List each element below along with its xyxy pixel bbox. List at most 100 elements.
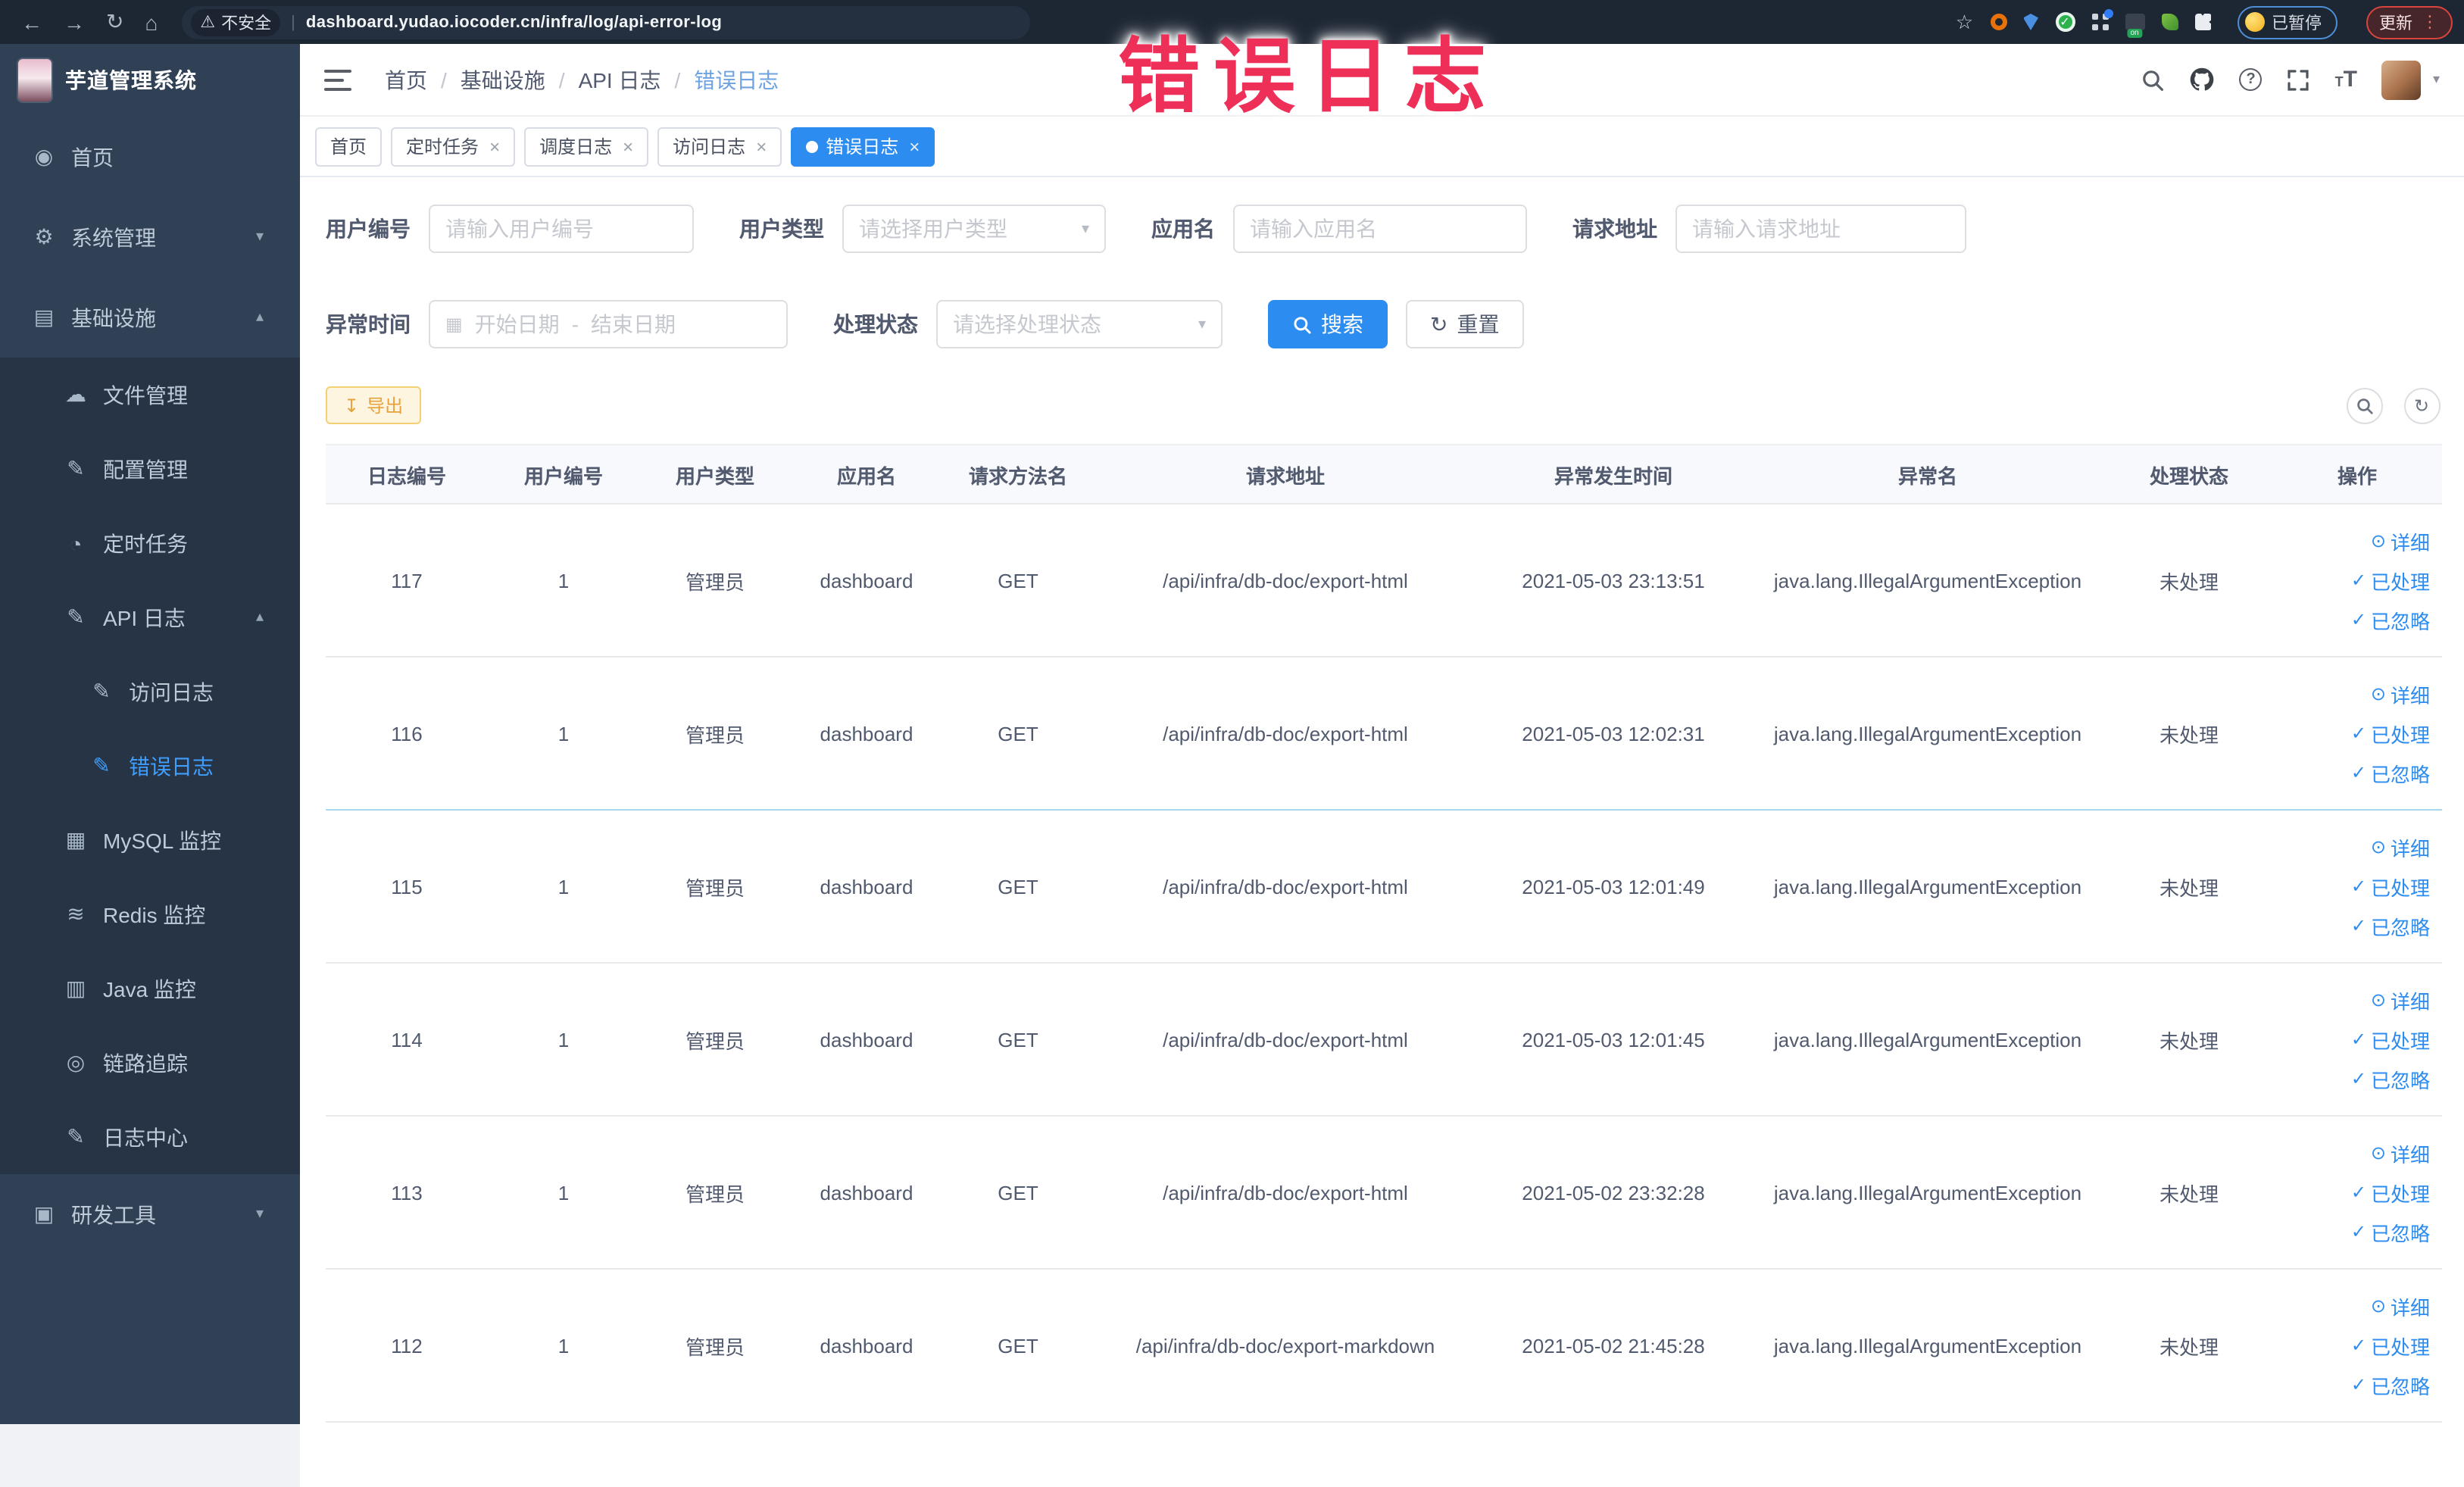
eye-icon: ⊙ [2370, 836, 2386, 858]
browser-reload-icon[interactable]: ↻ [106, 9, 123, 35]
breadcrumb-item[interactable]: API 日志 [579, 64, 661, 95]
breadcrumb-item[interactable]: 基础设施 [461, 64, 545, 95]
sidebar-item-Redis-监控[interactable]: ≋ Redis 监控 [0, 877, 300, 951]
tab-close-icon[interactable]: × [489, 136, 500, 157]
table-row[interactable]: 114 1 管理员 dashboard GET /api/infra/db-do… [326, 964, 2442, 1117]
sidebar-item-文件管理[interactable]: ☁ 文件管理 [0, 358, 300, 432]
extension-grid-icon[interactable] [2091, 9, 2113, 30]
sidebar-item-首页[interactable]: ◉ 首页 [0, 117, 300, 197]
browser-forward-icon[interactable]: → [64, 10, 85, 34]
sidebar-item-API-日志[interactable]: ✎ API 日志 ▴ [0, 580, 300, 654]
tab-close-icon[interactable]: × [756, 136, 767, 157]
mark-ignored-link[interactable]: ✓ 已忽略 [2351, 1217, 2430, 1246]
sidebar-item-错误日志[interactable]: ✎ 错误日志 [0, 729, 300, 803]
mark-ignored-link[interactable]: ✓ 已忽略 [2351, 605, 2430, 634]
export-button[interactable]: ↧ 导出 [326, 386, 422, 424]
help-icon[interactable]: ? [2239, 68, 2263, 91]
github-icon[interactable] [2190, 67, 2216, 92]
bookmark-star-icon[interactable]: ☆ [1956, 10, 1973, 34]
sidebar-collapse-icon[interactable] [324, 69, 351, 90]
tags-view-bar: 首页 定时任务 × 调度日志 × 访问日志 × 错误日志 × [300, 117, 2464, 177]
user-avatar[interactable] [2381, 60, 2421, 99]
fullscreen-icon[interactable] [2287, 67, 2311, 92]
sidebar-item-系统管理[interactable]: ⚙ 系统管理 ▾ [0, 197, 300, 277]
check-icon: ✓ [2350, 1335, 2366, 1356]
column-header: 用户类型 [675, 464, 754, 487]
tab-访问日志[interactable]: 访问日志 × [657, 127, 782, 166]
mark-processed-link[interactable]: ✓ 已处理 [2351, 1025, 2430, 1054]
tab-调度日志[interactable]: 调度日志 × [524, 127, 649, 166]
mark-processed-link[interactable]: ✓ 已处理 [2351, 1178, 2430, 1207]
tab-首页[interactable]: 首页 [315, 127, 383, 166]
reset-button[interactable]: ↻ 重置 [1406, 300, 1524, 348]
table-row[interactable]: 112 1 管理员 dashboard GET /api/infra/db-do… [326, 1270, 2442, 1423]
cell-method: GET [998, 875, 1038, 898]
site-security-chip[interactable]: ⚠ 不安全 [191, 8, 281, 36]
mark-processed-link[interactable]: ✓ 已处理 [2351, 566, 2430, 595]
process-status-select[interactable]: 请选择处理状态 ▾ [936, 300, 1223, 348]
mark-ignored-link[interactable]: ✓ 已忽略 [2351, 758, 2430, 787]
refresh-table-button[interactable]: ↻ [2403, 388, 2440, 424]
sidebar-item-MySQL-监控[interactable]: ▦ MySQL 监控 [0, 803, 300, 877]
table-row[interactable]: 115 1 管理员 dashboard GET /api/infra/db-do… [326, 811, 2442, 964]
profile-paused-badge[interactable]: 已暂停 [2237, 5, 2337, 39]
sidebar-item-链路追踪[interactable]: ◎ 链路追踪 [0, 1026, 300, 1100]
detail-link[interactable]: ⊙ 详细 [2371, 986, 2430, 1014]
tab-close-icon[interactable]: × [623, 136, 633, 157]
table-row[interactable]: 116 1 管理员 dashboard GET /api/infra/db-do… [326, 658, 2442, 811]
mark-processed-link[interactable]: ✓ 已处理 [2351, 872, 2430, 901]
tab-定时任务[interactable]: 定时任务 × [391, 127, 516, 166]
browser-home-icon[interactable]: ⌂ [145, 10, 158, 34]
table-row[interactable]: 117 1 管理员 dashboard GET /api/infra/db-do… [326, 505, 2442, 658]
toggle-search-panel-button[interactable] [2346, 388, 2382, 424]
user-id-input[interactable]: 请输入用户编号 [429, 205, 694, 253]
table-row[interactable]: 113 1 管理员 dashboard GET /api/infra/db-do… [326, 1117, 2442, 1270]
detail-link[interactable]: ⊙ 详细 [2371, 1139, 2430, 1167]
extension-orange-icon[interactable] [1990, 14, 2006, 30]
breadcrumb-item[interactable]: 首页 [385, 64, 427, 95]
app-name-input[interactable]: 请输入应用名 [1233, 205, 1527, 253]
extension-green-check-icon[interactable]: ✓ [2055, 12, 2075, 32]
extension-sprout-icon[interactable] [2161, 14, 2178, 30]
search-icon[interactable] [2141, 67, 2166, 92]
sidebar-item-定时任务[interactable]: ◔ 定时任务 [0, 506, 300, 580]
sidebar-item-访问日志[interactable]: ✎ 访问日志 [0, 654, 300, 729]
sidebar-item-研发工具[interactable]: ▣ 研发工具 ▾ [0, 1174, 300, 1254]
extensions-puzzle-icon[interactable] [2194, 14, 2211, 30]
request-url-input[interactable]: 请输入请求地址 [1675, 205, 1966, 253]
sidebar-item-基础设施[interactable]: ▤ 基础设施 ▴ [0, 277, 300, 358]
browser-menu-kebab-icon[interactable]: ⋮ [2422, 12, 2438, 32]
detail-link[interactable]: ⊙ 详细 [2371, 526, 2430, 555]
sidebar-item-配置管理[interactable]: ✎ 配置管理 [0, 432, 300, 506]
avatar-caret-down-icon[interactable]: ▾ [2433, 71, 2440, 88]
check-icon: ✓ [2350, 723, 2366, 744]
sidebar-item-日志中心[interactable]: ✎ 日志中心 [0, 1100, 300, 1174]
font-size-icon[interactable]: TT [2335, 68, 2357, 91]
detail-link[interactable]: ⊙ 详细 [2371, 679, 2430, 708]
extension-shield-icon[interactable] [2023, 14, 2038, 30]
browser-toolbar: ← → ↻ ⌂ ⚠ 不安全 | dashboard.yudao.iocoder.… [0, 0, 2464, 44]
tab-close-icon[interactable]: × [909, 136, 920, 157]
sidebar-item-Java-监控[interactable]: ▥ Java 监控 [0, 951, 300, 1026]
tab-错误日志[interactable]: 错误日志 × [791, 127, 935, 166]
mark-processed-link[interactable]: ✓ 已处理 [2351, 719, 2430, 748]
search-button[interactable]: 搜索 [1268, 300, 1388, 348]
browser-back-icon[interactable]: ← [21, 10, 42, 34]
chevron-icon: ▾ [255, 1206, 264, 1223]
extension-on-toggle-icon[interactable]: on [2125, 14, 2144, 38]
mark-ignored-link[interactable]: ✓ 已忽略 [2351, 911, 2430, 940]
user-type-label: 用户类型 [739, 217, 824, 241]
mark-ignored-link[interactable]: ✓ 已忽略 [2351, 1370, 2430, 1399]
detail-link[interactable]: ⊙ 详细 [2371, 833, 2430, 861]
browser-update-button[interactable]: 更新 ⋮ [2366, 5, 2452, 39]
user-type-select[interactable]: 请选择用户类型 ▾ [842, 205, 1106, 253]
cell-log-id: 113 [391, 1181, 423, 1204]
mark-ignored-link[interactable]: ✓ 已忽略 [2351, 1064, 2430, 1093]
check-icon: ✓ [2350, 1068, 2366, 1089]
mark-processed-link[interactable]: ✓ 已处理 [2351, 1331, 2430, 1360]
app-logo[interactable]: 芋道管理系统 [0, 44, 300, 117]
exception-time-range-input[interactable]: ▦ 开始日期 - 结束日期 [429, 300, 788, 348]
address-bar[interactable]: ⚠ 不安全 | dashboard.yudao.iocoder.cn/infra… [182, 5, 1031, 39]
detail-link[interactable]: ⊙ 详细 [2371, 1292, 2430, 1320]
cell-method: GET [998, 722, 1038, 745]
